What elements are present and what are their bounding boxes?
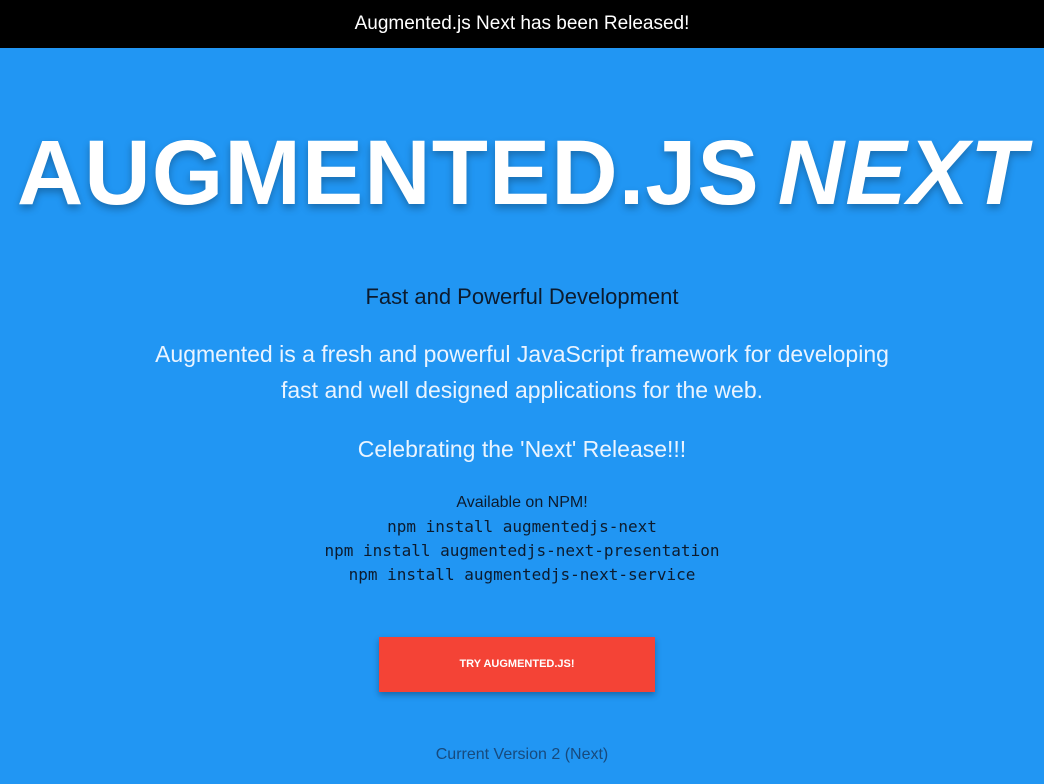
npm-command: npm install augmentedjs-next-service (348, 565, 696, 584)
description: Augmented is a fresh and powerful JavaSc… (122, 336, 922, 408)
description-line: fast and well designed applications for … (280, 377, 764, 403)
hero-title: AUGMENTED.JS NEXT (0, 118, 1044, 228)
celebration-text: Celebrating the 'Next' Release!!! (357, 436, 687, 462)
release-announcement-banner: Augmented.js Next has been Released! (0, 0, 1044, 48)
npm-command: npm install augmentedjs-next-presentatio… (324, 541, 720, 560)
subtitle: Fast and Powerful Development (365, 284, 679, 309)
description-line: Augmented is a fresh and powerful JavaSc… (155, 341, 889, 367)
hero-title-accent: NEXT (777, 122, 1028, 224)
npm-label: Available on NPM! (456, 494, 588, 511)
npm-command-list: npm install augmentedjs-next npm install… (0, 515, 1044, 587)
current-version-text: Current Version 2 (Next) (435, 746, 609, 763)
hero-title-main: AUGMENTED.JS (16, 122, 760, 224)
banner-text: Augmented.js Next has been Released! (354, 13, 690, 34)
try-augmented-button[interactable]: TRY AUGMENTED.JS! (379, 637, 655, 692)
npm-command: npm install augmentedjs-next (387, 517, 657, 536)
